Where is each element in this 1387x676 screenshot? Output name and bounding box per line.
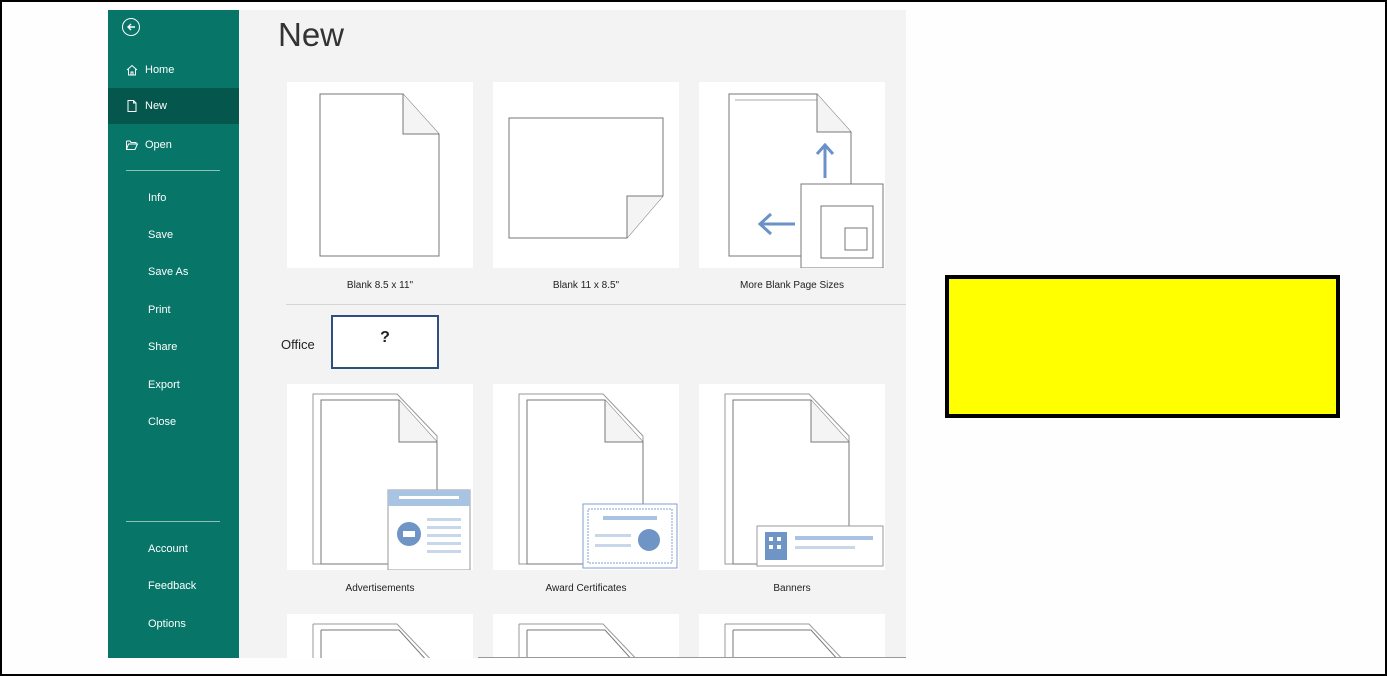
sidebar-item-home[interactable]: Home [108,52,239,88]
tile-label: Award Certificates [545,583,627,594]
page-sizes-icon [728,93,884,269]
sidebar-item-label: Open [145,139,172,151]
banner-template-icon [724,393,884,567]
template-page-icon [312,623,431,658]
sidebar-item-export[interactable]: Export [108,367,239,403]
tile-label: More Blank Page Sizes [740,280,844,291]
tile-label: Banners [773,583,811,594]
back-arrow-icon[interactable] [122,18,140,36]
blank-landscape-page-icon [508,117,664,239]
backstage-window: Home New Open Info Save Save As Print Sh… [108,10,906,658]
tile-label: Blank 11 x 8.5" [552,280,620,291]
open-folder-icon [125,138,139,152]
template-tile-partial[interactable] [287,614,473,658]
sidebar-item-new[interactable]: New [108,88,239,124]
blank-portrait-tile[interactable] [287,82,473,268]
template-tile-partial[interactable] [493,614,679,658]
highlight-box [945,275,1340,418]
advertisements-template-icon [312,393,471,571]
sidebar-item-info[interactable]: Info [108,180,239,216]
unknown-search-box[interactable]: ? [331,315,439,369]
tile-label: Blank 8.5 x 11" [346,280,414,291]
section-divider [286,304,906,305]
sidebar-item-save[interactable]: Save [108,217,239,253]
new-document-icon [125,99,139,113]
award-certificate-template-icon [518,393,678,569]
template-page-icon [724,623,843,658]
template-tile-partial[interactable] [699,614,885,658]
banners-tile[interactable] [699,384,885,570]
award-certificates-tile[interactable] [493,384,679,570]
sidebar-divider [126,521,220,522]
window-bottom-edge [478,657,906,658]
page-title: New [278,16,345,53]
sidebar-item-open[interactable]: Open [108,127,239,163]
blank-landscape-tile[interactable] [493,82,679,268]
sidebar-item-label: New [145,100,168,112]
sidebar-item-share[interactable]: Share [108,329,239,365]
sidebar-item-options[interactable]: Options [108,606,239,642]
advertisements-tile[interactable] [287,384,473,571]
sidebar-item-label: Home [145,64,175,76]
sidebar-item-close[interactable]: Close [108,404,239,440]
office-section-label: Office [281,337,315,352]
new-pane: New Blank 8.5 x 11" Blank 11 x 8.5" More… [239,10,906,658]
blank-portrait-page-icon [319,93,440,257]
sidebar-item-account[interactable]: Account [108,531,239,567]
template-page-icon [518,623,637,658]
tile-label: Advertisements [345,583,415,594]
sidebar-item-feedback[interactable]: Feedback [108,568,239,604]
sidebar-item-save-as[interactable]: Save As [108,254,239,290]
sidebar-item-print[interactable]: Print [108,292,239,328]
sidebar-divider [126,170,220,171]
backstage-sidebar: Home New Open Info Save Save As Print Sh… [108,10,239,658]
more-blank-sizes-tile[interactable] [699,82,885,269]
home-icon [125,63,139,77]
